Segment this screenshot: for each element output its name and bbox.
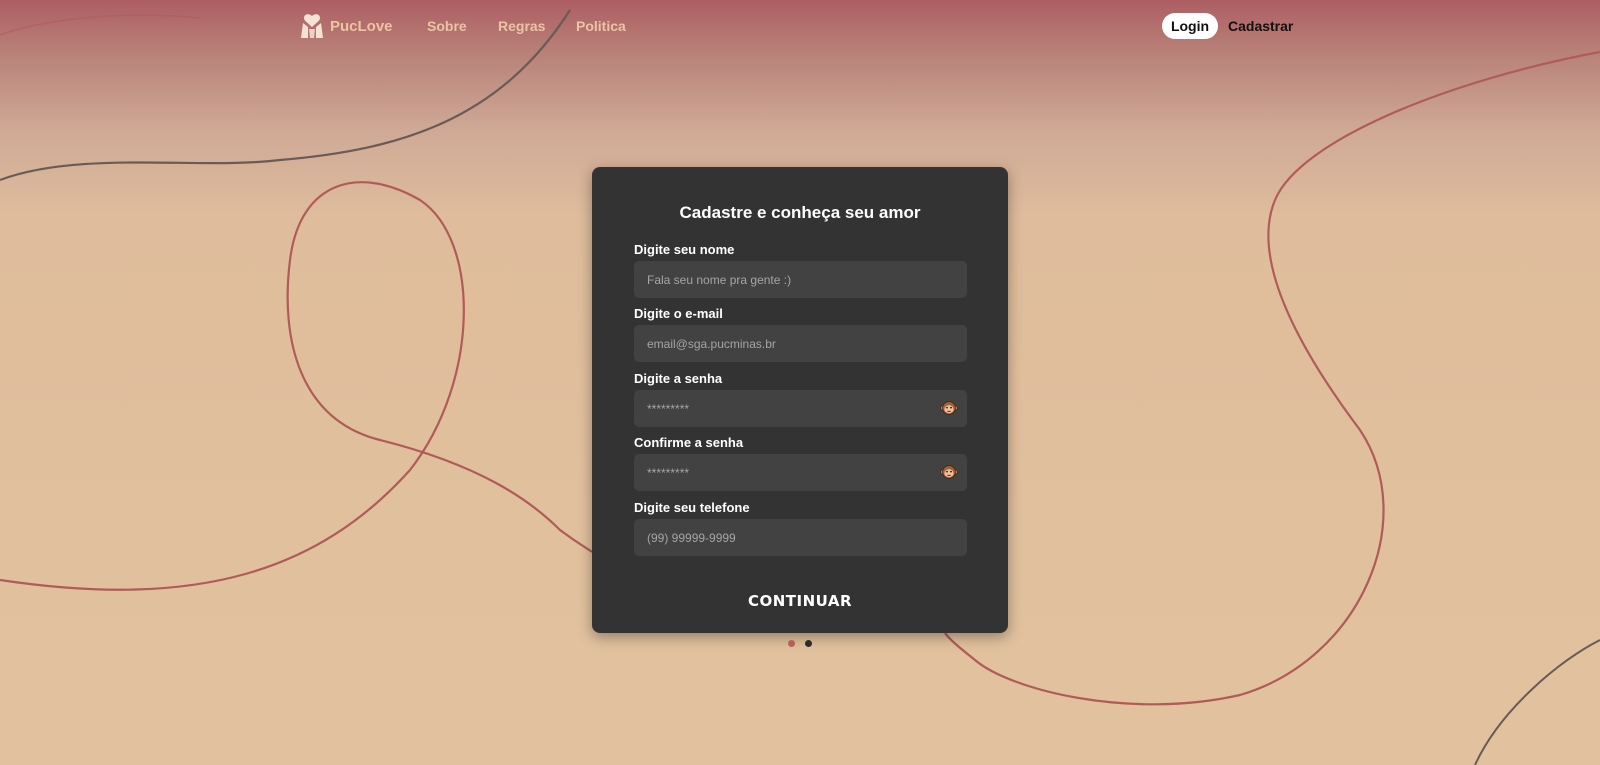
brand-logo[interactable]: PucLove bbox=[300, 13, 393, 39]
signup-card: Cadastre e conheça seu amor Digite seu n… bbox=[592, 167, 1008, 633]
nav-link-politica[interactable]: Politica bbox=[576, 18, 626, 34]
heart-hands-icon bbox=[301, 14, 323, 38]
monkey-icon[interactable] bbox=[940, 399, 958, 417]
pagination-dot-active[interactable] bbox=[788, 640, 795, 647]
brand-name: PucLove bbox=[330, 17, 393, 35]
nav-link-regras[interactable]: Regras bbox=[498, 18, 545, 34]
name-input[interactable] bbox=[634, 261, 967, 298]
confirm-password-input[interactable] bbox=[634, 454, 967, 491]
email-input[interactable] bbox=[634, 325, 967, 362]
form-title: Cadastre e conheça seu amor bbox=[679, 203, 921, 222]
email-label: Digite o e-mail bbox=[634, 306, 723, 321]
monkey-icon[interactable] bbox=[940, 463, 958, 481]
confirm-password-label: Confirme a senha bbox=[634, 435, 744, 450]
phone-label: Digite seu telefone bbox=[634, 500, 750, 515]
login-button[interactable]: Login bbox=[1162, 13, 1218, 39]
signup-link[interactable]: Cadastrar bbox=[1228, 18, 1293, 34]
top-navbar: PucLove Sobre Regras Politica Login Cada… bbox=[0, 0, 1600, 52]
password-label: Digite a senha bbox=[634, 371, 723, 386]
password-input[interactable] bbox=[634, 390, 967, 427]
name-label: Digite seu nome bbox=[634, 242, 735, 257]
pagination-dot[interactable] bbox=[805, 640, 812, 647]
phone-input[interactable] bbox=[634, 519, 967, 556]
nav-link-sobre[interactable]: Sobre bbox=[427, 18, 467, 34]
continue-button[interactable]: CONTINUAR bbox=[592, 588, 1008, 614]
